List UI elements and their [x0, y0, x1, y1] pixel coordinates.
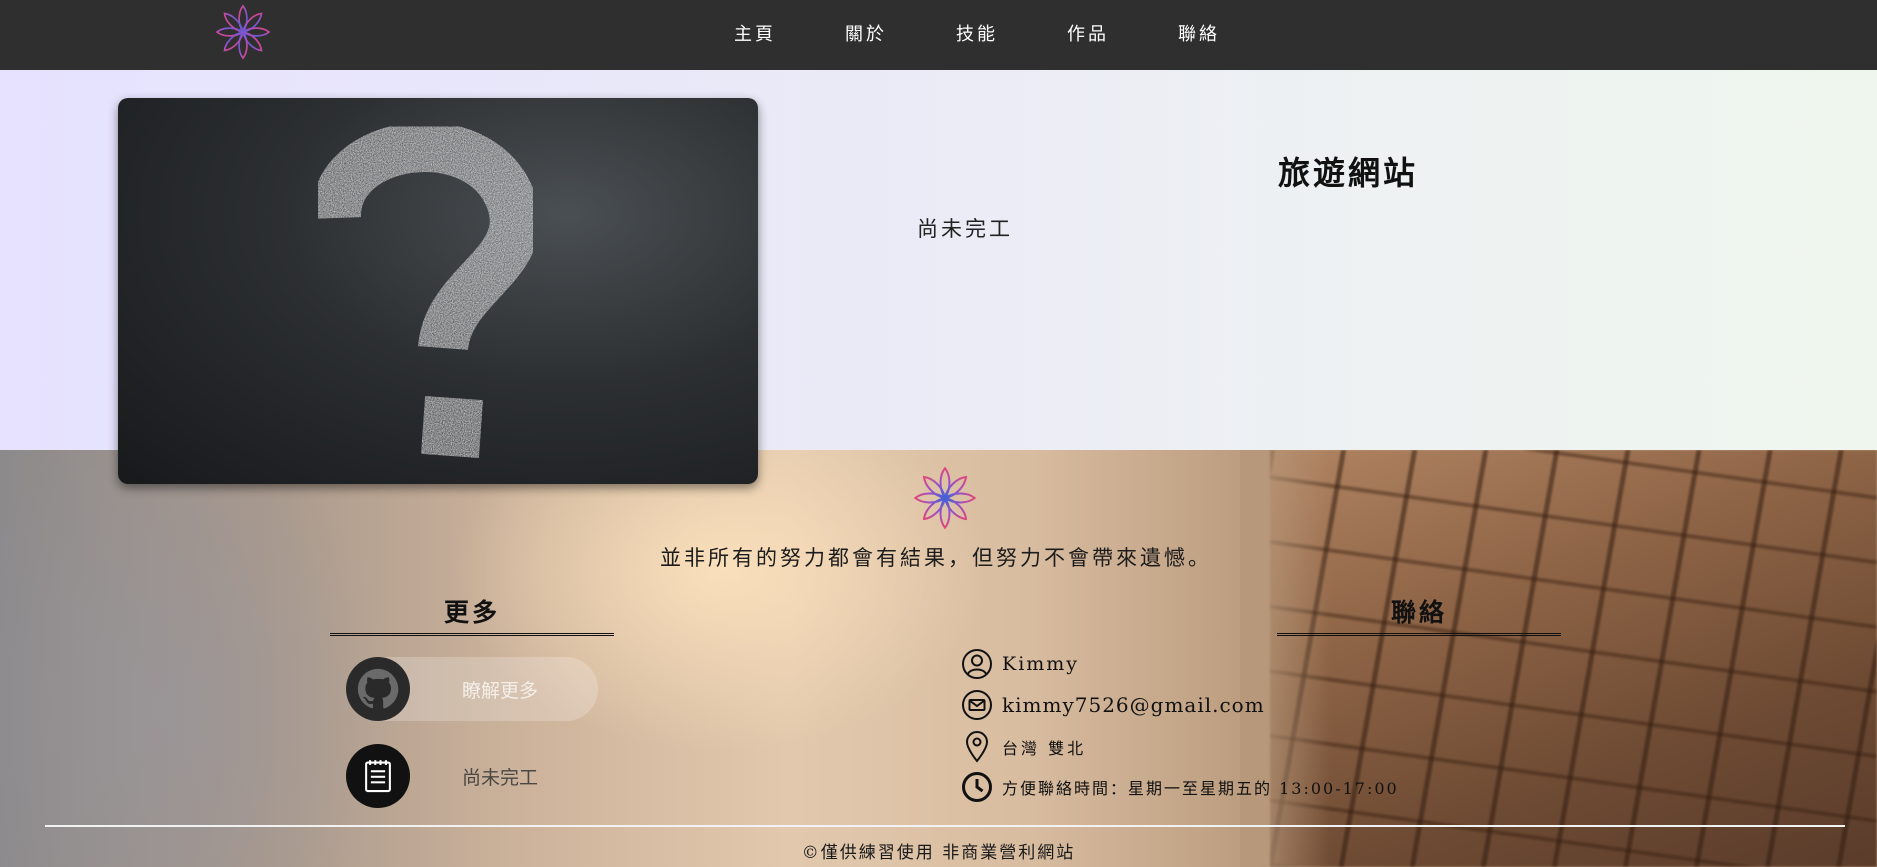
user-icon	[960, 647, 994, 681]
contact-hours: 方便聯絡時間：星期一至星期五的 13:00-17:00	[1002, 779, 1399, 798]
project-section: 旅遊網站 尚未完工	[0, 70, 1877, 484]
contact-hours-row: 方便聯絡時間：星期一至星期五的 13:00-17:00	[960, 770, 1399, 804]
contact-email[interactable]: kimmy7526@gmail.com	[1002, 693, 1265, 717]
chalk-question-mark-icon	[311, 122, 540, 458]
navbar: 主頁 關於 技能 作品 聯絡	[0, 0, 1877, 70]
contact-location-row: 台灣 雙北	[960, 730, 1086, 764]
nav-menu: 主頁 關於 技能 作品 聯絡	[712, 0, 1289, 66]
footer-divider	[45, 825, 1845, 827]
contact-name: Kimmy	[1002, 653, 1080, 675]
clock-icon	[960, 770, 994, 804]
brick-wall-background	[1270, 450, 1877, 867]
more-heading: 更多	[330, 593, 614, 636]
nav-item-contact[interactable]: 聯絡	[1178, 20, 1289, 46]
github-link-label: 瞭解更多	[461, 680, 538, 702]
contact-heading: 聯絡	[1277, 593, 1561, 636]
contact-location: 台灣 雙北	[1002, 739, 1087, 758]
contact-email-row[interactable]: kimmy7526@gmail.com	[960, 688, 1265, 722]
project-image	[118, 98, 758, 484]
footer-quote: 並非所有的努力都會有結果，但努力不會帶來遺憾。	[660, 546, 1212, 570]
background-fade	[1240, 450, 1330, 867]
nav-item-skills[interactable]: 技能	[956, 20, 1067, 46]
github-link-button[interactable]: 瞭解更多	[346, 657, 598, 721]
notes-link-button[interactable]: 尚未完工	[346, 744, 598, 808]
github-icon	[346, 657, 410, 721]
location-pin-icon	[960, 730, 994, 764]
notes-link-label: 尚未完工	[461, 767, 538, 789]
nav-item-about[interactable]: 關於	[845, 20, 956, 46]
lotus-logo-icon	[913, 466, 977, 530]
lotus-logo-icon[interactable]	[214, 3, 272, 61]
mail-icon	[960, 688, 994, 722]
copyright: ©僅供練習使用 非商業營利網站	[801, 843, 1076, 863]
contact-name-row: Kimmy	[960, 647, 1079, 681]
nav-item-works[interactable]: 作品	[1067, 20, 1178, 46]
notepad-icon	[346, 744, 410, 808]
project-title: 旅遊網站	[1278, 154, 1419, 192]
footer: 並非所有的努力都會有結果，但努力不會帶來遺憾。 更多 瞭解更多 尚未完工 聯絡 …	[0, 450, 1877, 867]
nav-item-home[interactable]: 主頁	[734, 20, 845, 46]
project-description: 尚未完工	[917, 217, 1013, 241]
